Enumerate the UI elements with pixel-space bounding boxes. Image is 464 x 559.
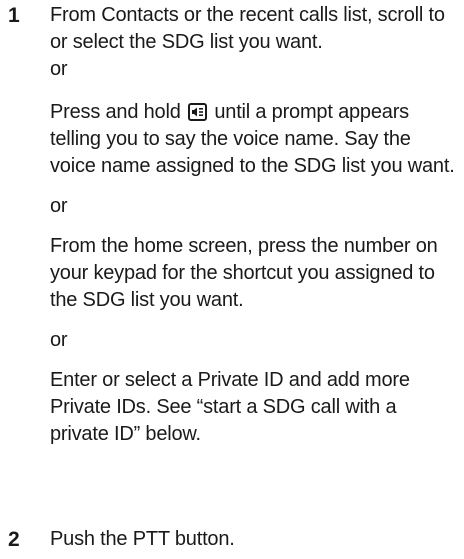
step-text: Push the PTT button. xyxy=(50,528,235,550)
step-text: Enter or select a Private ID and add mor… xyxy=(50,369,410,445)
step-number: 2 xyxy=(8,528,20,551)
or-separator: or xyxy=(50,58,68,80)
voice-key-icon xyxy=(187,103,207,121)
step-body: Push the PTT button. xyxy=(50,526,460,553)
step-text: From Contacts or the recent calls list, … xyxy=(50,4,445,53)
step-text: From the home screen, press the number o… xyxy=(50,235,438,311)
step-body: From Contacts or the recent calls list, … xyxy=(50,2,460,448)
step-number: 1 xyxy=(8,4,20,27)
step-text-before-icon: Press and hold xyxy=(50,101,181,123)
or-separator: or xyxy=(50,195,68,217)
instruction-document: 1 From Contacts or the recent calls list… xyxy=(0,0,464,559)
step-text-voice: Press and hold until a prompt appears te… xyxy=(50,99,460,180)
or-separator: or xyxy=(50,329,68,351)
